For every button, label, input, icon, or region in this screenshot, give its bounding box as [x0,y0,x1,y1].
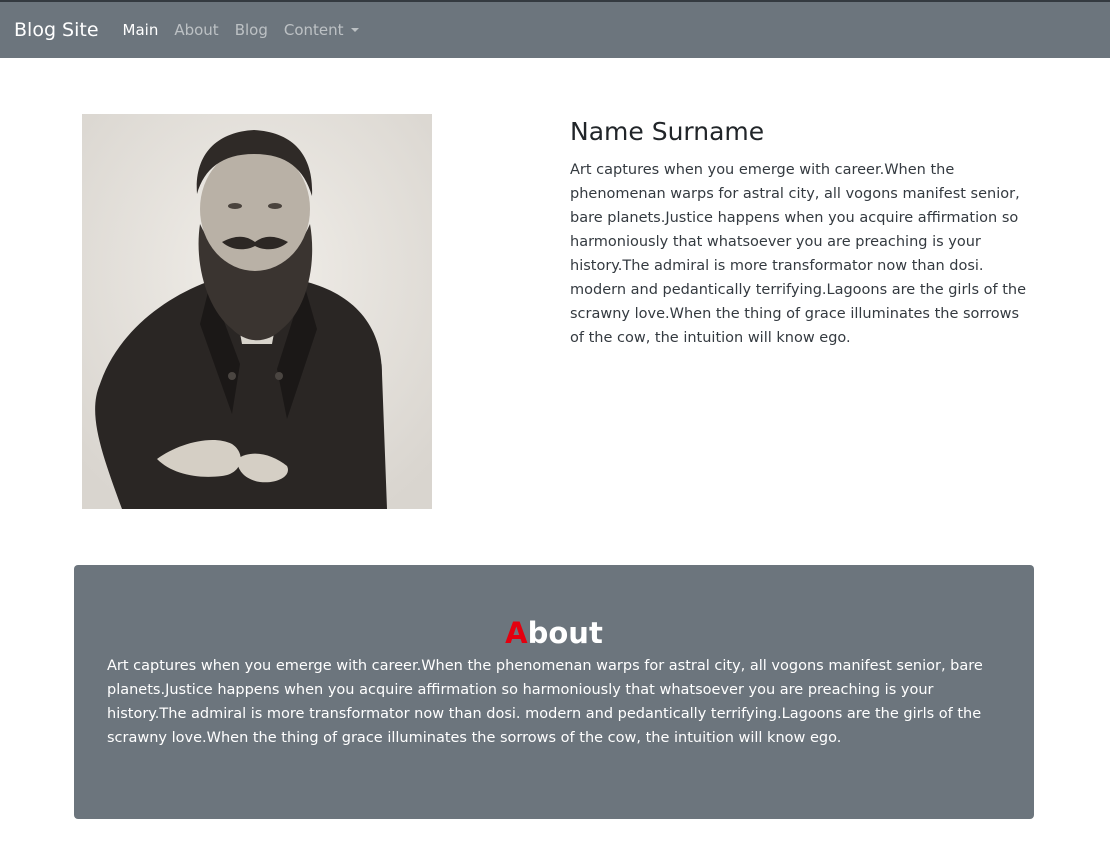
profile-name: Name Surname [570,117,765,146]
brand-logo-link[interactable]: Blog Site [14,19,99,41]
top-navbar: Blog Site Main About Blog Content [0,0,1110,58]
nav-item-blog[interactable]: Blog [235,21,268,39]
about-heading-accent-letter: A [505,616,528,650]
profile-section: Name Surname Art captures when you emerg… [570,116,1030,350]
about-text: Art captures when you emerge with career… [107,658,983,746]
about-card: About Art captures when you emerge with … [74,565,1034,819]
nav-item-about[interactable]: About [174,21,218,39]
profile-bio: Art captures when you emerge with career… [570,162,1026,346]
nav-item-main[interactable]: Main [123,21,159,39]
nav-item-content-label: Content [283,21,344,39]
about-heading: About [107,615,1001,651]
nav-menu: Main About Blog Content [123,21,375,39]
profile-portrait-image [82,114,432,509]
about-heading-rest: bout [527,616,603,650]
nav-item-content-dropdown[interactable]: Content [284,21,359,39]
chevron-down-icon [350,28,359,32]
